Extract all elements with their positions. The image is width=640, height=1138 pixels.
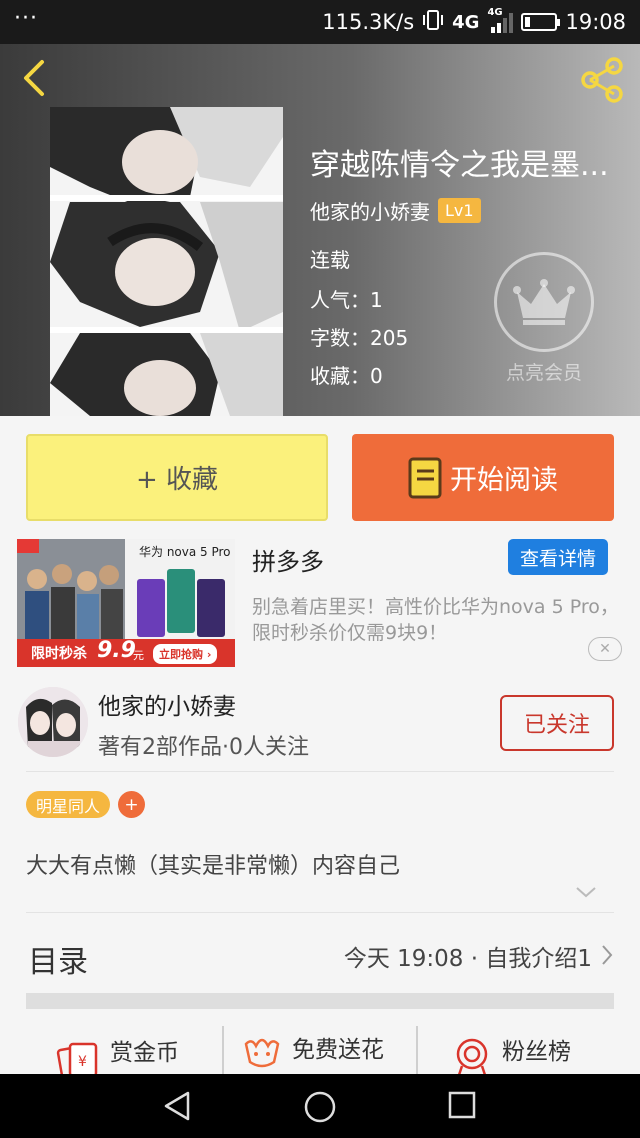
menu-dots: ··· — [14, 5, 38, 31]
favorites-row: 收藏：0 — [310, 360, 383, 389]
latest-chapter: 今天 19:08 · 自我介绍1 — [343, 946, 592, 972]
share-button[interactable] — [576, 54, 628, 106]
send-flowers-label: 免费送花 — [292, 1037, 384, 1063]
clock: 19:08 — [565, 10, 626, 34]
vip-label: 点亮会员 — [505, 362, 582, 384]
chapter-strip — [26, 993, 614, 1009]
fan-ranking-label: 粉丝榜 — [502, 1039, 571, 1065]
book-status: 连载 — [310, 248, 350, 272]
collect-button[interactable]: + 收藏 — [26, 434, 328, 521]
triangle-back-icon — [164, 1091, 190, 1121]
vip-button[interactable]: 点亮会员 — [492, 252, 596, 385]
add-tag-button[interactable]: + — [118, 791, 146, 818]
bottom-actions: ¥ 赏金币 免费送花 粉丝榜 — [0, 1020, 640, 1080]
battery-icon — [521, 13, 561, 31]
ad-banner[interactable]: 华为 nova 5 Pro 限时秒杀 9.9 元 立即抢购 › 拼多多 查看详情… — [0, 528, 640, 673]
divider — [26, 771, 614, 772]
expand-chevron-icon[interactable] — [574, 884, 598, 903]
share-icon — [581, 57, 623, 103]
medal-icon — [456, 1038, 488, 1078]
reward-coins-label: 赏金币 — [110, 1040, 179, 1066]
ad-image-cta: 立即抢购 › — [153, 644, 218, 664]
book-header: 穿越陈情令之我是墨... 他家的小娇妻 Lv1 连载 人气：1 字数：205 收… — [0, 44, 640, 416]
book-icon — [408, 457, 442, 498]
author-info[interactable]: 他家的小娇妻 著有2部作品·0人关注 已关注 — [0, 673, 640, 771]
words-row: 字数：205 — [310, 322, 408, 351]
circle-home-icon — [304, 1091, 336, 1123]
book-author[interactable]: 他家的小娇妻 — [310, 196, 430, 225]
ad-detail-button[interactable]: 查看详情 — [508, 539, 608, 575]
popularity-label: 人气： — [310, 288, 370, 312]
system-nav-bar — [0, 1074, 640, 1138]
net-speed: 115.3K/s — [322, 10, 415, 34]
catalog-title: 目录 — [28, 945, 88, 980]
words-label: 字数： — [310, 326, 370, 350]
fan-ranking-button[interactable]: 粉丝榜 — [450, 1020, 571, 1078]
tag-list: 明星同人 + — [26, 791, 146, 818]
nav-back-button[interactable] — [162, 1090, 194, 1126]
cover-illustration — [50, 107, 283, 416]
ad-title: 拼多多 — [252, 548, 324, 576]
favorites-label: 收藏： — [310, 364, 370, 388]
action-buttons: + 收藏 开始阅读 — [0, 416, 640, 528]
reward-coins-button[interactable]: ¥ 赏金币 — [56, 1020, 179, 1080]
book-title: 穿越陈情令之我是墨... — [310, 148, 609, 183]
ad-description: 别急着店里买！高性价比华为nova 5 Pro，限时秒杀价仅需9块9！ — [252, 596, 619, 644]
author-stats: 著有2部作品·0人关注 — [98, 735, 309, 760]
book-intro: 大大有点懒（其实是非常懒）内容自己 — [26, 854, 401, 879]
flower-icon — [244, 1038, 280, 1068]
ad-image-price-unit: 元 — [133, 649, 144, 662]
ad-close-button[interactable]: ✕ — [588, 637, 622, 661]
tag-item[interactable]: 明星同人 — [26, 791, 111, 818]
book-cover[interactable] — [50, 107, 283, 416]
network-type: 4G — [452, 11, 480, 33]
ad-image-brand: 华为 nova 5 Pro — [139, 545, 231, 559]
send-flowers-button[interactable]: 免费送花 — [240, 1020, 384, 1074]
vibrate-icon — [422, 9, 444, 36]
catalog-row[interactable]: 目录 今天 19:08 · 自我介绍1 — [0, 913, 640, 993]
popularity-value: 1 — [370, 288, 383, 312]
book-author-line: 他家的小娇妻 Lv1 — [310, 196, 481, 225]
square-recents-icon — [448, 1091, 476, 1119]
network-type-small: 4G — [487, 7, 503, 18]
status-bar: ··· 115.3K/s 4G 4G 19:08 — [0, 0, 640, 44]
signal-icon: 4G — [487, 7, 514, 33]
svg-text:¥: ¥ — [78, 1054, 87, 1070]
ad-image-price: 9.9 — [97, 638, 136, 663]
start-reading-button[interactable]: 开始阅读 — [352, 434, 614, 521]
ad-image-promo: 限时秒杀 — [31, 646, 87, 662]
start-reading-label: 开始阅读 — [450, 465, 558, 496]
back-arrow-icon — [24, 60, 44, 96]
separator — [416, 1026, 418, 1076]
words-value: 205 — [370, 326, 409, 350]
favorites-value: 0 — [370, 364, 383, 388]
nav-recents-button[interactable] — [447, 1090, 477, 1124]
ad-image[interactable]: 华为 nova 5 Pro 限时秒杀 9.9 元 立即抢购 › — [17, 539, 235, 667]
chevron-right-icon — [600, 943, 614, 971]
nav-home-button[interactable] — [303, 1090, 337, 1128]
follow-button[interactable]: 已关注 — [500, 695, 614, 751]
crown-icon — [494, 252, 594, 352]
author-name[interactable]: 他家的小娇妻 — [98, 687, 236, 721]
popularity-row: 人气：1 — [310, 284, 383, 313]
back-button[interactable] — [18, 58, 58, 98]
separator — [222, 1026, 224, 1076]
level-badge: Lv1 — [438, 198, 481, 223]
avatar[interactable] — [18, 687, 88, 757]
